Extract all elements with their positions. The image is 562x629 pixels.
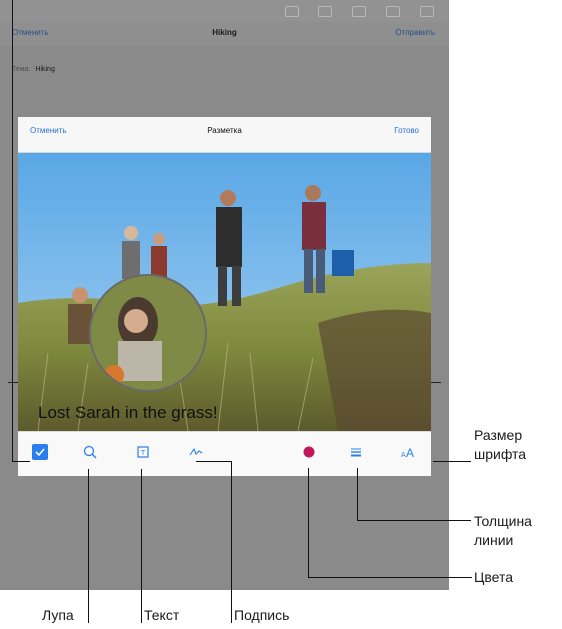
markup-title: Разметка xyxy=(207,126,242,135)
status-icon xyxy=(285,6,299,17)
line-thickness-icon[interactable] xyxy=(348,444,364,460)
leader-markup-horizontal xyxy=(12,461,30,462)
leader-line-width-vertical xyxy=(357,468,358,521)
leader-font-size-horizontal xyxy=(433,461,471,462)
status-icon xyxy=(318,6,332,17)
svg-text:A: A xyxy=(406,446,414,458)
mail-compose-header: Отменить Hiking Отправить xyxy=(0,22,449,46)
subject-value: Hiking xyxy=(35,66,55,73)
signature-icon[interactable] xyxy=(188,444,204,460)
font-size-icon[interactable]: AA xyxy=(401,444,417,460)
magnifier-icon[interactable] xyxy=(82,444,98,460)
markup-checkmark-icon[interactable] xyxy=(32,444,48,460)
callout-colors: Цвета xyxy=(474,569,513,585)
markup-photo[interactable]: Lost Sarah in the grass! xyxy=(18,153,431,431)
photo-caption[interactable]: Lost Sarah in the grass! xyxy=(38,403,218,423)
mail-title: Hiking xyxy=(212,28,237,37)
subject-field[interactable]: Тема: Hiking xyxy=(12,66,55,73)
leader-colors-vertical xyxy=(308,468,309,578)
callout-font-size: Размер шрифта xyxy=(474,427,527,462)
leader-markup-vertical xyxy=(12,0,13,462)
leader-colors-horizontal xyxy=(308,577,472,578)
mail-send-button[interactable]: Отправить xyxy=(395,28,435,37)
leader-line-width-horizontal xyxy=(357,520,471,521)
callout-text: Текст xyxy=(144,607,180,623)
hiking-photo xyxy=(18,153,431,431)
callout-magnifier: Лупа xyxy=(42,607,74,623)
leader-signature xyxy=(231,461,232,623)
callout-line-width: Толщина линии xyxy=(474,513,532,548)
leader-text xyxy=(141,469,142,623)
leader-magnifier xyxy=(88,469,89,623)
status-icon xyxy=(352,6,366,17)
status-icon xyxy=(386,6,400,17)
markup-done-button[interactable]: Готово xyxy=(394,126,419,135)
leader-signature-horizontal xyxy=(196,461,232,462)
status-icon xyxy=(420,6,434,17)
loupe-overlay xyxy=(89,274,207,392)
text-box-icon[interactable]: T xyxy=(135,444,151,460)
ipad-screen: Отменить Hiking Отправить Тема: Hiking О… xyxy=(0,0,449,590)
subject-label: Тема: xyxy=(12,66,31,73)
edge-tick-right xyxy=(431,382,441,383)
status-bar xyxy=(0,0,449,22)
color-dot-icon[interactable] xyxy=(301,444,317,460)
edge-tick-left xyxy=(8,382,18,383)
callout-signature: Подпись xyxy=(234,607,290,623)
markup-header: Отменить Разметка Готово xyxy=(18,117,431,153)
svg-text:T: T xyxy=(141,450,146,457)
markup-toolbar: T AA xyxy=(18,431,431,476)
markup-modal: Отменить Разметка Готово Lost Sarah in t… xyxy=(18,117,431,476)
